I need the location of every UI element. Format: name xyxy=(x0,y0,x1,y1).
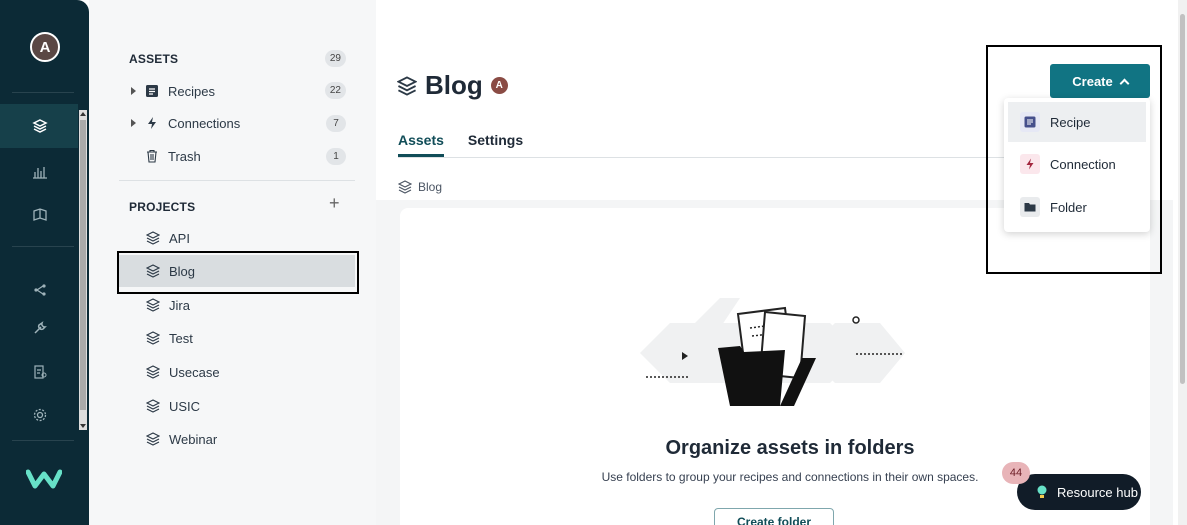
page-title: Blog xyxy=(425,70,483,100)
connections-count-badge: 7 xyxy=(326,115,346,132)
projects-icon[interactable] xyxy=(30,116,50,136)
project-icon xyxy=(145,431,161,447)
project-item-api[interactable]: API xyxy=(119,222,355,254)
page-scrollbar[interactable] xyxy=(1178,0,1187,525)
breadcrumb-label: Blog xyxy=(418,180,443,194)
sidebar-divider xyxy=(119,180,355,181)
scroll-up-arrow-icon[interactable] xyxy=(80,112,86,116)
tab-settings[interactable]: Settings xyxy=(468,132,523,157)
resource-hub-label: Resource hub xyxy=(1057,484,1138,500)
folder-illustration-icon xyxy=(640,298,905,406)
project-icon xyxy=(145,364,161,380)
user-avatar[interactable]: A xyxy=(30,32,60,62)
workato-logo-icon[interactable] xyxy=(26,466,62,490)
breadcrumb[interactable]: Blog xyxy=(398,180,442,194)
project-label: USIC xyxy=(169,398,201,414)
rail-divider xyxy=(12,246,74,247)
connection-icon xyxy=(144,115,160,131)
tools-icon[interactable] xyxy=(30,280,50,300)
tabs-divider xyxy=(398,157,1008,158)
create-folder-button[interactable]: Create folder xyxy=(714,508,834,525)
assets-heading: ASSETS xyxy=(129,52,179,66)
project-icon xyxy=(145,398,161,414)
project-item-webinar[interactable]: Webinar xyxy=(119,423,355,455)
scroll-thumb[interactable] xyxy=(80,120,86,410)
page-header: Blog A xyxy=(397,70,508,101)
owner-avatar[interactable]: A xyxy=(490,77,508,94)
project-label: Usecase xyxy=(169,364,220,380)
trash-count-badge: 1 xyxy=(326,148,346,165)
app-rail: A xyxy=(0,0,89,525)
project-item-usecase[interactable]: Usecase xyxy=(119,356,355,388)
empty-state-title: Organize assets in folders xyxy=(665,437,915,459)
scroll-down-arrow-icon[interactable] xyxy=(80,424,86,428)
projects-heading: PROJECTS xyxy=(129,200,196,214)
project-icon xyxy=(145,330,161,346)
wrench-icon[interactable] xyxy=(30,318,50,338)
blog-highlight-box xyxy=(117,251,359,294)
tab-bar: Assets Settings xyxy=(398,132,547,157)
notification-badge[interactable]: 44 xyxy=(1002,462,1030,484)
create-menu-highlight-box xyxy=(986,45,1162,274)
lightbulb-icon xyxy=(1037,485,1047,498)
expand-caret-icon[interactable] xyxy=(131,87,136,95)
project-icon xyxy=(145,297,161,313)
rail-divider xyxy=(12,440,74,441)
project-item-test[interactable]: Test xyxy=(119,322,355,354)
rail-scrollbar[interactable] xyxy=(79,110,87,430)
sidebar-item-label: Connections xyxy=(168,115,241,131)
trash-icon xyxy=(144,148,160,164)
page-scroll-thumb[interactable] xyxy=(1180,14,1185,384)
project-label: API xyxy=(169,230,190,246)
docs-icon[interactable] xyxy=(30,205,50,225)
project-icon xyxy=(398,180,412,194)
settings-icon[interactable] xyxy=(30,405,50,425)
project-icon xyxy=(397,75,417,96)
rail-divider xyxy=(12,92,74,93)
recipes-count-badge: 22 xyxy=(324,82,346,99)
lookup-icon[interactable] xyxy=(30,362,50,382)
assets-count-badge: 29 xyxy=(324,50,346,67)
add-project-button[interactable]: + xyxy=(329,193,340,214)
project-item-usic[interactable]: USIC xyxy=(119,390,355,422)
sidebar-item-label: Trash xyxy=(168,148,201,164)
sidebar-item-label: Recipes xyxy=(168,83,215,99)
dashboard-icon[interactable] xyxy=(30,162,50,182)
project-icon xyxy=(145,230,161,246)
project-label: Jira xyxy=(169,297,190,313)
expand-caret-icon[interactable] xyxy=(131,119,136,127)
project-label: Webinar xyxy=(169,431,218,447)
project-label: Test xyxy=(169,330,193,346)
tab-assets[interactable]: Assets xyxy=(398,132,444,157)
recipe-icon xyxy=(144,83,160,99)
resource-hub-button[interactable]: Resource hub xyxy=(1017,474,1141,510)
